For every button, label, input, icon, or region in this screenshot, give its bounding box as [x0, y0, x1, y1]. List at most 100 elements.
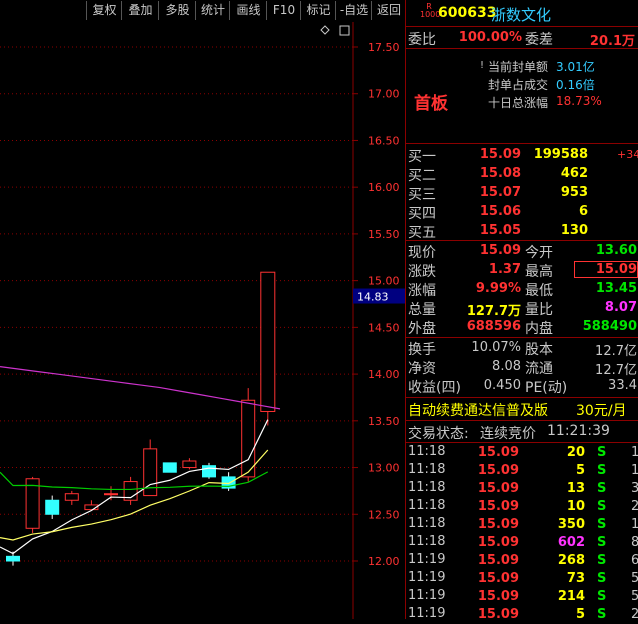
finance-value: 10.07% [471, 340, 521, 355]
tick-count: 6 [631, 553, 638, 568]
tick-price: 15.09 [477, 571, 519, 586]
bid-row[interactable]: 买四 15.06 6 [405, 203, 638, 222]
ad-text[interactable]: 自动续费通达信普及版 [408, 400, 548, 420]
seal-amount-value: 3.01亿 [556, 60, 595, 74]
candle-body[interactable] [104, 493, 118, 496]
tick-count: 2 [631, 499, 638, 514]
finance-label: 流通 [525, 361, 553, 377]
bid-row[interactable]: 买五 15.05 130 [405, 222, 638, 241]
bid-label: 买三 [408, 187, 436, 203]
ad-price[interactable]: 30元/月 [576, 400, 627, 420]
finance-value: 0.450 [483, 378, 521, 393]
quote-label: 现价 [408, 245, 436, 261]
tick-side: S [597, 535, 607, 550]
tick-volume: 20 [566, 445, 585, 460]
quote-row: 涨跌 1.37 最高 15.09 [405, 261, 638, 280]
candle-body[interactable] [162, 462, 177, 473]
bid-volume: 130 [560, 223, 588, 238]
quote-value: 13.60 [595, 243, 637, 258]
info-icon: ! [480, 60, 485, 71]
quote-label: 最高 [525, 264, 553, 280]
tick-count: 1 [631, 445, 638, 460]
tick-volume: 13 [566, 481, 585, 496]
price-tick-label: 17.50 [368, 41, 400, 54]
bid-price: 15.09 [479, 147, 521, 162]
candle-body[interactable] [6, 555, 20, 562]
tick-volume: 350 [557, 517, 585, 532]
price-tick-label: 16.50 [368, 134, 400, 147]
tick-volume: 5 [575, 463, 585, 478]
bid-volume: 953 [560, 185, 588, 200]
bid-row[interactable]: 买二 15.08 462 [405, 165, 638, 184]
quote-value: 15.09 [574, 261, 638, 278]
tenday-label: 十日总涨幅 [488, 96, 549, 110]
tick-price: 15.09 [477, 589, 519, 604]
chart-toolbar: 复权 叠加 多股 统计 画线 F10 标记 -自选 返回 [0, 0, 405, 22]
weibi-label: 委比 [408, 32, 436, 48]
tick-time: 11:18 [408, 444, 446, 459]
diamond-icon[interactable] [320, 25, 330, 35]
quote-value: 9.99% [475, 281, 521, 296]
tick-time: 11:18 [408, 498, 446, 513]
tick-volume: 73 [566, 571, 585, 586]
tick-side: S [597, 517, 607, 532]
tick-price: 15.09 [477, 517, 519, 532]
stock-name[interactable]: 浙数文化 [491, 4, 551, 25]
tick-side: S [597, 445, 607, 460]
tick-time: 11:18 [408, 480, 446, 495]
quote-value: 688596 [466, 319, 521, 334]
status-time: 11:21:39 [547, 423, 610, 439]
finance-value: 12.7亿 [595, 363, 637, 378]
tick-row: 11:19 15.09 73 S 5 [405, 570, 638, 588]
bid-change: +34 [617, 148, 638, 161]
tick-count: 5 [631, 571, 638, 586]
finance-row: 收益(四) 0.450 PE(动) 33.4 [405, 377, 638, 396]
candle-body[interactable] [64, 493, 79, 501]
tenday-value: 18.73% [556, 94, 602, 108]
f10-button[interactable]: F10 [266, 1, 301, 20]
tick-side: S [597, 607, 607, 622]
divider [405, 420, 638, 421]
current-price-tag: 14.83 [357, 291, 389, 304]
candle-body[interactable] [260, 271, 276, 412]
quote-label: 外盘 [408, 321, 436, 337]
back-button[interactable]: 返回 [371, 1, 406, 20]
bid-volume: 462 [560, 166, 588, 181]
finance-label: 净资 [408, 361, 436, 377]
finance-label: 股本 [525, 342, 553, 358]
finance-label: 收益(四) [408, 380, 461, 396]
multi-stock-button[interactable]: 多股 [158, 1, 196, 20]
tick-time: 11:18 [408, 534, 446, 549]
overlay-button[interactable]: 叠加 [121, 1, 159, 20]
stock-code[interactable]: 600633 [438, 5, 496, 21]
quote-value: 127.7万 [466, 304, 521, 319]
quote-label: 涨跌 [408, 264, 436, 280]
bid-row[interactable]: 买三 15.07 953 [405, 184, 638, 203]
weibi-value: 100.00% [458, 30, 522, 45]
kline-chart[interactable]: 17.50 17.00 16.50 16.00 15.50 15.00 14.50 14.00… [0, 22, 405, 619]
bid-row[interactable]: 买一 15.09 199588 +34 [405, 146, 638, 165]
seal-amount-label: 当前封单额 [488, 60, 549, 74]
tick-row: 11:18 15.09 602 S 8 [405, 534, 638, 552]
weicha-value: 20.1万 [589, 34, 635, 49]
fuquan-button[interactable]: 复权 [86, 1, 122, 20]
tick-count: 5 [631, 589, 638, 604]
finance-row: 换手 10.07% 股本 12.7亿 [405, 339, 638, 359]
remove-watchlist-button[interactable]: -自选 [335, 1, 372, 20]
draw-line-button[interactable]: 画线 [229, 1, 267, 20]
candle-body[interactable] [182, 460, 197, 469]
tick-price: 15.09 [477, 445, 519, 460]
tick-time: 11:18 [408, 462, 446, 477]
candle-body[interactable] [45, 499, 60, 515]
price-tick-label: 15.00 [368, 275, 400, 288]
tick-side: S [597, 463, 607, 478]
price-tick-label: 14.00 [368, 368, 400, 381]
box-icon[interactable] [339, 25, 350, 36]
divider [405, 48, 638, 49]
tick-price: 15.09 [477, 499, 519, 514]
candle-body[interactable] [241, 399, 256, 478]
mark-button[interactable]: 标记 [300, 1, 336, 20]
stats-button[interactable]: 统计 [195, 1, 230, 20]
seal-ratio-label: 封单占成交 [488, 78, 549, 92]
candle-body[interactable] [202, 465, 216, 478]
